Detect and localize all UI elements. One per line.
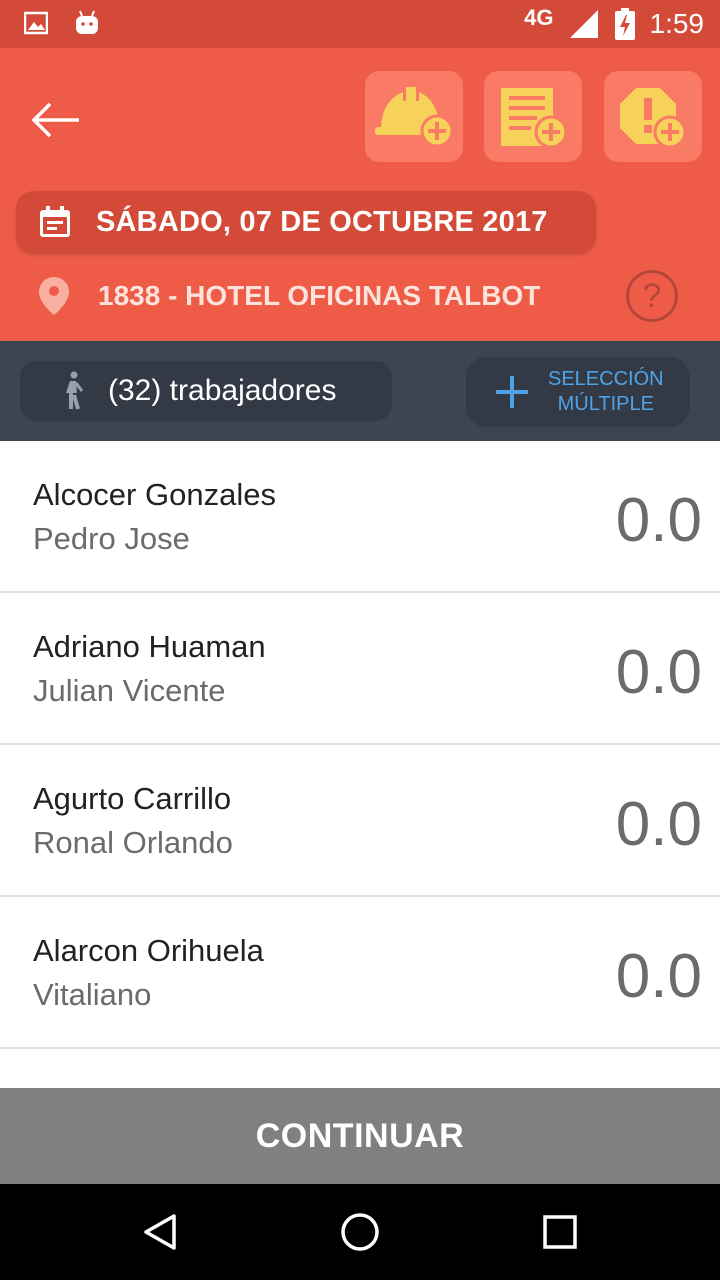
system-nav-bar: [0, 1184, 720, 1280]
worker-first-name: Julian Vicente: [33, 673, 226, 708]
alert-add-icon: [620, 87, 687, 148]
signal-icon: [569, 10, 598, 38]
worker-last-name: Alarcon Orihuela: [33, 933, 264, 968]
worker-hours: 0.0: [615, 486, 702, 555]
location-label: 1838 - HOTEL OFICINAS TALBOT: [98, 280, 541, 311]
network-type: 4G: [524, 5, 554, 30]
multiple-selection-label: SELECCIÓN MÚLTIPLE: [548, 368, 664, 415]
arrow-left-icon: [31, 102, 79, 138]
plus-icon: [496, 376, 528, 408]
location-row: 1838 - HOTEL OFICINAS TALBOT ?: [0, 266, 720, 326]
list-item[interactable]: Adriano Huaman Julian Vicente 0.0: [0, 593, 720, 745]
nav-home-button[interactable]: [336, 1208, 384, 1256]
worker-last-name: Adriano Huaman: [33, 629, 266, 664]
worker-hours: 0.0: [615, 942, 702, 1011]
workers-count-label: (32) trabajadores: [108, 374, 337, 407]
worker-last-name: Agurto Carrillo: [33, 781, 232, 816]
square-recents-icon: [543, 1215, 577, 1249]
nav-recents-button[interactable]: [536, 1208, 584, 1256]
list-item[interactable]: Agurto Carrillo Ronal Orlando 0.0: [0, 745, 720, 897]
status-bar: 4G 1:59: [0, 0, 720, 48]
continue-label: CONTINUAR: [255, 1116, 465, 1155]
battery-charging-icon: [614, 8, 635, 40]
workers-toolbar: (32) trabajadores SELECCIÓN MÚLTIPLE: [0, 341, 720, 441]
triangle-back-icon: [144, 1214, 176, 1250]
workers-list: Alcocer Gonzales Pedro Jose 0.0 Adriano …: [0, 441, 720, 1049]
back-button[interactable]: [28, 96, 84, 144]
continue-button[interactable]: CONTINUAR: [0, 1088, 720, 1184]
worker-hours: 0.0: [615, 790, 702, 859]
circle-home-icon: [341, 1213, 379, 1251]
header: SÁBADO, 07 DE OCTUBRE 2017 1838 - HOTEL …: [0, 48, 720, 341]
walking-person-icon: [66, 371, 84, 410]
add-report-button[interactable]: [484, 71, 582, 162]
nav-back-button[interactable]: [136, 1208, 184, 1256]
multiple-selection-button[interactable]: SELECCIÓN MÚLTIPLE: [466, 357, 690, 427]
date-label: SÁBADO, 07 DE OCTUBRE 2017: [96, 205, 548, 238]
android-icon: [76, 10, 98, 34]
list-item[interactable]: Alarcon Orihuela Vitaliano 0.0: [0, 897, 720, 1049]
worker-hours: 0.0: [615, 638, 702, 707]
worker-last-name: Alcocer Gonzales: [33, 477, 276, 512]
date-selector[interactable]: SÁBADO, 07 DE OCTUBRE 2017: [16, 191, 596, 253]
help-button[interactable]: ?: [626, 270, 678, 322]
document-add-icon: [501, 87, 568, 148]
image-icon: [24, 11, 48, 35]
add-alert-button[interactable]: [604, 71, 702, 162]
helmet-add-icon: [375, 86, 454, 147]
help-icon: ?: [642, 276, 662, 315]
list-item[interactable]: Alcocer Gonzales Pedro Jose 0.0: [0, 441, 720, 593]
worker-first-name: Pedro Jose: [33, 521, 190, 556]
workers-count: (32) trabajadores: [20, 361, 392, 421]
worker-first-name: Vitaliano: [33, 977, 152, 1012]
location-pin-icon: [39, 277, 69, 315]
add-helmet-button[interactable]: [365, 71, 463, 162]
clock: 1:59: [649, 8, 705, 39]
worker-first-name: Ronal Orlando: [33, 825, 233, 860]
calendar-icon: [40, 206, 70, 237]
